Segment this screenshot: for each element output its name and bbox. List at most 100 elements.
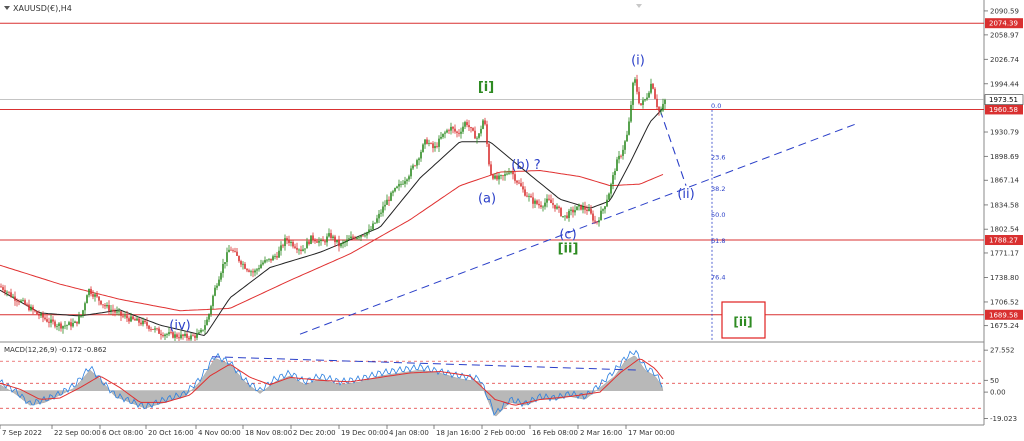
candle-body <box>474 130 476 139</box>
candle-body <box>542 206 544 208</box>
symbol-header: XAUUSD(€),H4 <box>4 4 72 13</box>
candle-body <box>636 79 638 92</box>
candle-body <box>492 174 494 179</box>
price-tick-label: 1771.17 <box>990 249 1019 257</box>
fib-level-label: 23.6 <box>711 153 725 161</box>
candle-body <box>62 326 64 329</box>
fib-level-label: 76.4 <box>711 273 725 281</box>
candle-body <box>26 304 28 306</box>
candle-body <box>22 300 24 301</box>
candle-body <box>196 333 198 338</box>
candle-body <box>652 83 654 89</box>
candle-body <box>616 159 618 172</box>
candle-body <box>372 223 374 230</box>
candle-body <box>294 246 296 248</box>
candle-body <box>230 249 232 251</box>
candle-body <box>212 295 214 307</box>
candle-body <box>480 128 482 134</box>
candle-body <box>274 256 276 257</box>
candle-body <box>32 306 34 311</box>
candle-body <box>392 191 394 193</box>
candle-body <box>530 195 532 198</box>
candle-body <box>68 322 70 326</box>
candle-body <box>620 155 622 157</box>
candle-body <box>662 103 664 111</box>
candle-body <box>206 319 208 326</box>
candle-body <box>606 199 608 207</box>
candle-body <box>376 218 378 223</box>
candle-body <box>488 144 490 165</box>
time-tick-label: 19 Dec 00:00 <box>341 429 388 437</box>
candle-body <box>64 325 66 327</box>
candle-body <box>378 213 380 219</box>
candle-body <box>292 241 294 247</box>
candle-body <box>522 186 524 190</box>
candle-body <box>450 126 452 131</box>
candle-body <box>50 319 52 323</box>
candle-body <box>656 98 658 108</box>
candle-body <box>558 206 560 209</box>
candle-body <box>506 173 508 175</box>
candle-body <box>194 335 196 338</box>
candle-body <box>420 151 422 159</box>
candle-body <box>438 138 440 147</box>
candle-body <box>658 107 660 111</box>
candle-body <box>238 255 240 262</box>
candle-body <box>256 269 258 271</box>
candle-body <box>560 208 562 217</box>
time-tick-label: 2 Dec 20:00 <box>293 429 336 437</box>
candle-body <box>464 122 466 127</box>
level-price-tag-label: 1788.27 <box>989 237 1018 245</box>
candle-body <box>258 268 260 270</box>
candle-body <box>554 204 556 209</box>
candle-body <box>346 239 348 243</box>
candle-body <box>644 99 646 101</box>
candle-body <box>604 206 606 210</box>
candle-body <box>358 237 360 239</box>
candle-body <box>18 301 20 303</box>
price-tick-label: 1834.58 <box>990 201 1019 209</box>
candle-body <box>146 322 148 326</box>
candle-body <box>458 132 460 134</box>
candle-body <box>302 249 304 251</box>
candle-body <box>398 183 400 187</box>
candle-body <box>578 204 580 207</box>
chart-background <box>0 0 1024 441</box>
candle-body <box>326 236 328 243</box>
candle-body <box>418 158 420 161</box>
candle-body <box>386 199 388 205</box>
candle-body <box>580 204 582 210</box>
candle-body <box>562 216 564 217</box>
candle-body <box>156 328 158 330</box>
candle-body <box>142 320 144 325</box>
candle-body <box>38 314 40 316</box>
wave-label: (a) <box>478 191 496 206</box>
level-price-tag-label: 1689.58 <box>989 311 1018 319</box>
candle-body <box>24 300 26 305</box>
candle-body <box>122 315 124 317</box>
time-tick-label: 2 Mar 16:00 <box>580 429 622 437</box>
candle-body <box>312 235 314 240</box>
candle-body <box>134 319 136 321</box>
candle-body <box>594 220 596 222</box>
candle-body <box>260 264 262 269</box>
candle-body <box>430 143 432 144</box>
candle-body <box>178 337 180 339</box>
candle-body <box>424 139 426 145</box>
candle-body <box>352 236 354 238</box>
candle-body <box>316 241 318 243</box>
candle-body <box>282 245 284 247</box>
candle-body <box>314 239 316 242</box>
fib-level-label: 50.0 <box>711 211 725 219</box>
price-tick-label: 1802.54 <box>990 226 1019 234</box>
candle-body <box>236 251 238 256</box>
level-price-tag-label: 2074.39 <box>989 20 1018 28</box>
time-tick-label: 4 Jan 08:00 <box>389 429 429 437</box>
candle-body <box>306 241 308 249</box>
candle-body <box>318 241 320 243</box>
candle-body <box>526 195 528 197</box>
candle-body <box>278 250 280 258</box>
wave-label: (i) <box>631 53 645 68</box>
candle-body <box>468 125 470 128</box>
candle-body <box>484 120 486 125</box>
